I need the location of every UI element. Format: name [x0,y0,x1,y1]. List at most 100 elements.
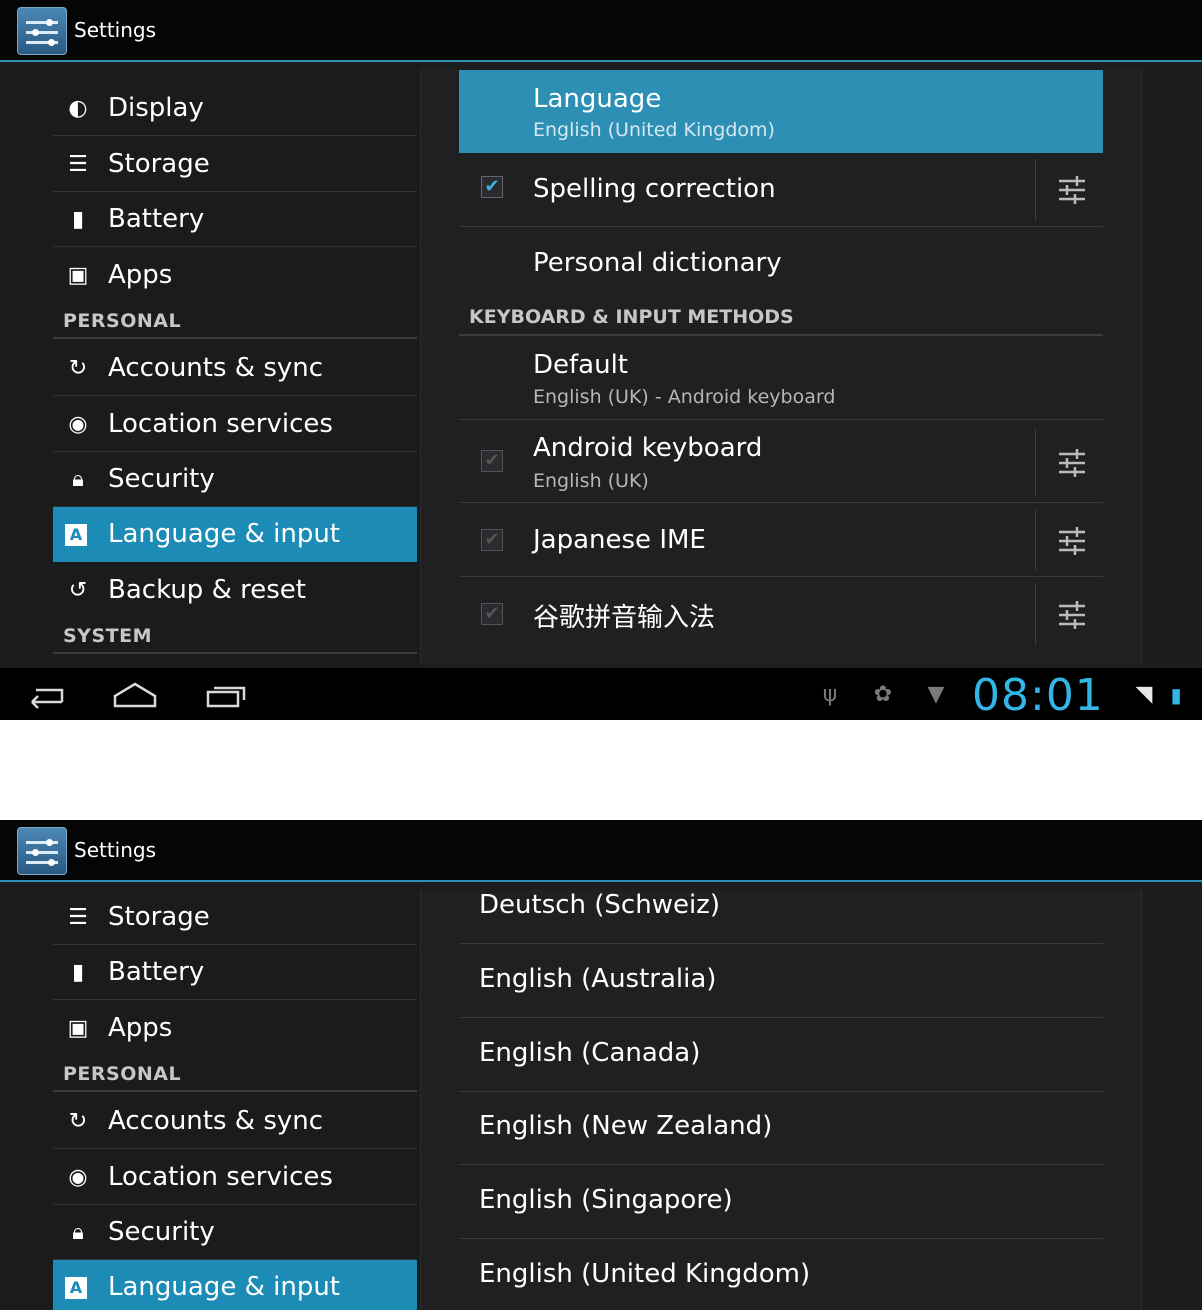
language-option-label: English (Australia) [479,964,717,994]
sidebar-item-language-input[interactable]: A Language & input [53,1260,417,1310]
language-option-label: English (United Kingdom) [479,1259,811,1289]
battery-icon: ▮ [71,207,85,232]
language-option-label: English (Singapore) [479,1185,733,1215]
japanese-ime-checkbox[interactable]: ✔ [481,529,503,551]
android-keyboard-row[interactable]: ✔ Android keyboard English (UK) [459,420,1103,503]
sync-icon: ↻ [68,356,88,381]
android-keyboard-checkbox[interactable]: ✔ [481,450,503,472]
row-title: Japanese IME [533,525,706,555]
sidebar-item-language-input[interactable]: A Language & input [53,507,417,562]
sidebar-item-storage[interactable]: ☰ Storage [53,890,417,945]
default-keyboard-row[interactable]: Default English (UK) - Android keyboard [459,338,1103,420]
language-input-pane: Language English (United Kingdom) ✔ Spel… [420,70,1142,664]
language-option-label: English (New Zealand) [479,1111,773,1141]
sidebar-item-battery[interactable]: ▮ Battery [53,945,417,1000]
settings-sliders-icon [1059,601,1085,629]
sidebar-item-label: Backup & reset [108,575,306,605]
back-icon [31,688,64,709]
sidebar-item-location-services[interactable]: ◉ Location services [53,397,417,452]
settings-app-icon[interactable] [17,827,67,875]
row-title: Android keyboard [533,433,763,463]
sidebar-item-storage[interactable]: ☰ Storage [53,137,417,192]
sidebar-item-battery[interactable]: ▮ Battery [53,192,417,247]
row-title: Default [533,350,628,380]
section-label: KEYBOARD & INPUT METHODS [469,306,794,328]
section-label: SYSTEM [63,625,152,647]
google-pinyin-settings-button[interactable] [1055,598,1089,632]
divider [1035,428,1036,496]
google-pinyin-row[interactable]: ✔ 谷歌拼音输入法 [459,577,1103,651]
language-row[interactable]: Language English (United Kingdom) [459,70,1103,153]
sidebar-item-label: Apps [108,260,173,290]
settings-screen-1: Settings ◐ Display ☰ Storage ▮ Battery ▣… [0,0,1202,720]
sidebar-item-label: Battery [108,957,205,987]
apps-icon: ▣ [67,263,89,288]
backup-icon: ↺ [68,578,88,603]
row-title: Personal dictionary [533,248,782,278]
home-button[interactable] [112,680,158,710]
sidebar-item-security[interactable]: 🔒︎ Security [53,452,417,507]
sidebar-item-label: Accounts & sync [108,1106,324,1136]
sidebar-item-security[interactable]: 🔒︎ Security [53,1205,417,1260]
spelling-settings-button[interactable] [1055,173,1089,207]
sidebar-item-label: Location services [108,1162,333,1192]
wifi-signal-icon: ◥ [1135,682,1153,707]
clock: 08:01 [972,670,1104,720]
divider [1035,159,1036,221]
language-option[interactable]: English (Canada) [459,1018,1103,1092]
recent-apps-button[interactable] [202,680,248,710]
divider [1035,583,1036,645]
sidebar-item-location-services[interactable]: ◉ Location services [53,1150,417,1205]
sidebar-item-label: Apps [108,1013,173,1043]
sidebar-item-label: Display [108,93,204,123]
home-icon [113,682,157,708]
sidebar-item-apps[interactable]: ▣ Apps [53,248,417,303]
android-keyboard-settings-button[interactable] [1055,446,1089,480]
lock-icon: 🔒︎ [72,467,84,492]
storage-icon: ☰ [68,905,88,930]
sidebar-section-header: PERSONAL [53,1054,417,1092]
spelling-checkbox[interactable]: ✔ [481,176,503,198]
app-title: Settings [74,838,157,862]
language-list-pane: Deutsch (Schweiz) English (Australia) En… [420,890,1142,1310]
location-icon: ◉ [68,412,88,437]
settings-screen-2: Settings ☰ Storage ▮ Battery ▣ Apps PERS… [0,820,1202,1310]
battery-icon: ▮ [71,960,85,985]
android-debug-icon: ✿ [873,682,893,707]
sidebar-item-accounts-sync[interactable]: ↻ Accounts & sync [53,1094,417,1149]
sidebar-item-label: Location services [108,409,333,439]
app-title: Settings [74,18,157,42]
sidebar-item-label: Accounts & sync [108,353,324,383]
section-label: PERSONAL [63,310,182,332]
personal-dictionary-row[interactable]: Personal dictionary [459,227,1103,301]
back-button[interactable] [22,680,68,710]
language-option[interactable]: English (United Kingdom) [459,1239,1103,1310]
language-option[interactable]: English (New Zealand) [459,1091,1103,1165]
settings-sliders-icon [1059,449,1085,477]
sidebar-item-apps[interactable]: ▣ Apps [53,1001,417,1056]
japanese-ime-row[interactable]: ✔ Japanese IME [459,503,1103,577]
language-option[interactable]: English (Singapore) [459,1165,1103,1239]
spelling-correction-row[interactable]: ✔ Spelling correction [459,153,1103,227]
row-title: Language [533,84,662,114]
language-option[interactable]: English (Australia) [459,944,1103,1018]
row-title: Spelling correction [533,174,776,204]
sidebar-item-display[interactable]: ◐ Display [53,81,417,136]
japanese-ime-settings-button[interactable] [1055,524,1089,558]
battery-status-icon: ▮ [1170,683,1182,707]
settings-sidebar: ◐ Display ☰ Storage ▮ Battery ▣ Apps PER… [0,64,420,668]
settings-app-icon[interactable] [17,7,67,55]
location-icon: ◉ [68,1165,88,1190]
settings-sliders-icon [1059,176,1085,204]
sidebar-item-accounts-sync[interactable]: ↻ Accounts & sync [53,341,417,396]
system-navigation-bar: ψ ✿ ▼ 08:01 ◥ ▮ [0,668,1202,720]
row-title: 谷歌拼音输入法 [533,603,716,633]
row-summary: English (UK) [533,470,649,492]
apps-icon: ▣ [67,1016,89,1041]
language-option[interactable]: Deutsch (Schweiz) [459,870,1103,944]
google-pinyin-checkbox[interactable]: ✔ [481,603,503,625]
settings-sidebar: ☰ Storage ▮ Battery ▣ Apps PERSONAL ↻ Ac… [0,884,420,1310]
sidebar-item-backup-reset[interactable]: ↺ Backup & reset [53,563,417,618]
sync-icon: ↻ [68,1109,88,1134]
display-icon: ◐ [68,96,88,121]
